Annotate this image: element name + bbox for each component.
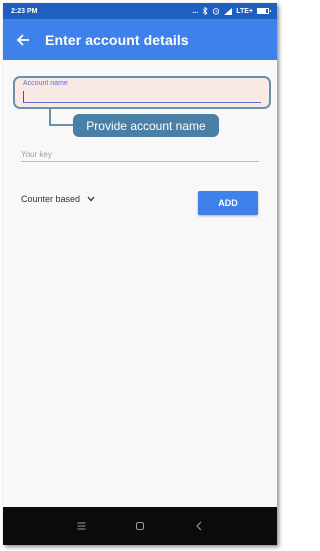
battery-icon [257,8,271,14]
add-button[interactable]: ADD [198,191,258,215]
page-title: Enter account details [45,31,189,48]
your-key-placeholder: Your key [21,150,52,159]
key-type-dropdown[interactable]: Counter based [21,194,95,204]
your-key-field[interactable]: Your key [21,144,259,162]
status-icons: ... LTE+ [192,7,271,15]
chevron-down-icon [87,195,95,203]
account-name-label: Account name [23,80,68,87]
battery-fill [258,9,266,13]
callout-tooltip: Provide account name [73,114,219,137]
status-indicators: ... [192,7,199,15]
signal-icon [224,7,233,15]
alarm-icon [213,8,220,15]
phone-screen: 2:23 PM ... LTE+ Enter account details A… [3,3,277,545]
app-bar: Enter account details [3,19,277,60]
home-icon[interactable] [133,519,147,533]
account-name-field[interactable]: Account name [13,76,271,109]
key-type-selected: Counter based [21,194,81,204]
menu-icon[interactable] [74,519,88,533]
form-area: Account name Provide account name Your k… [3,60,277,507]
account-name-underline [23,102,261,103]
bluetooth-icon [202,7,208,15]
callout-connector [49,109,73,126]
network-type: LTE+ [236,7,253,15]
status-bar: 2:23 PM ... LTE+ [3,3,277,19]
navigation-bar [3,507,277,545]
back-icon[interactable] [192,519,206,533]
arrow-left-icon[interactable] [15,32,31,48]
status-time: 2:23 PM [11,7,38,15]
callout-text: Provide account name [86,118,206,133]
